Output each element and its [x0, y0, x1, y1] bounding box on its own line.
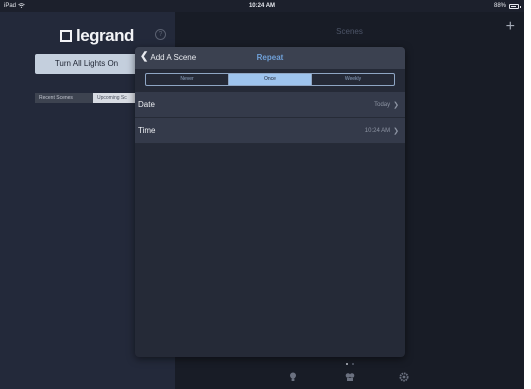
repeat-modal: ❮ Add A Scene Repeat Never Once Weekly D…: [135, 47, 405, 357]
segment-weekly[interactable]: Weekly: [312, 74, 394, 85]
time-row[interactable]: Time 10:24 AM ❯: [135, 118, 405, 144]
scene-tabs: Recent Scenes Upcoming Sc: [35, 93, 145, 103]
repeat-segmented-control: Never Once Weekly: [145, 73, 395, 86]
page-dot: [351, 363, 354, 365]
bottom-bar: [175, 369, 524, 389]
gear-icon[interactable]: [399, 372, 409, 385]
time-value-group: 10:24 AM ❯: [365, 127, 399, 135]
back-button[interactable]: ❮ Add A Scene: [140, 52, 196, 62]
segment-once[interactable]: Once: [229, 74, 312, 85]
time-value: 10:24 AM: [364, 127, 391, 134]
status-right: 88%: [493, 3, 521, 9]
page-title: Scenes: [336, 27, 363, 36]
turn-all-lights-on-button[interactable]: Turn All Lights On: [35, 54, 138, 74]
chevron-right-icon: ❯: [393, 127, 399, 135]
segment-never[interactable]: Never: [146, 74, 229, 85]
battery-percent: 88%: [493, 3, 506, 9]
help-icon[interactable]: ?: [155, 29, 166, 40]
brand-name: legrand: [76, 26, 134, 45]
scene-icon[interactable]: [345, 372, 355, 385]
date-row[interactable]: Date Today ❯: [135, 92, 405, 118]
back-label: Add A Scene: [150, 52, 197, 62]
date-value: Today: [374, 101, 391, 108]
modal-header: ❮ Add A Scene Repeat: [135, 47, 405, 69]
date-value-group: Today ❯: [374, 101, 399, 109]
page-dot: [345, 363, 348, 365]
time-label: Time: [138, 126, 156, 135]
bulb-icon[interactable]: [289, 372, 297, 385]
date-label: Date: [138, 100, 155, 109]
battery-icon: [509, 3, 521, 9]
brand-logo: legrand: [60, 26, 134, 46]
tab-recent-scenes[interactable]: Recent Scenes: [35, 93, 93, 103]
plus-icon[interactable]: +: [506, 19, 515, 35]
logo-mark-icon: [60, 30, 72, 42]
chevron-left-icon: ❮: [140, 51, 149, 62]
status-bar: iPad 10:24 AM 88%: [0, 0, 524, 12]
chevron-right-icon: ❯: [393, 101, 399, 109]
status-time: 10:24 AM: [248, 3, 276, 9]
ipad-screen: iPad 10:24 AM 88% legrand ? Turn All Lig…: [0, 0, 524, 389]
page-indicator: [175, 363, 524, 365]
